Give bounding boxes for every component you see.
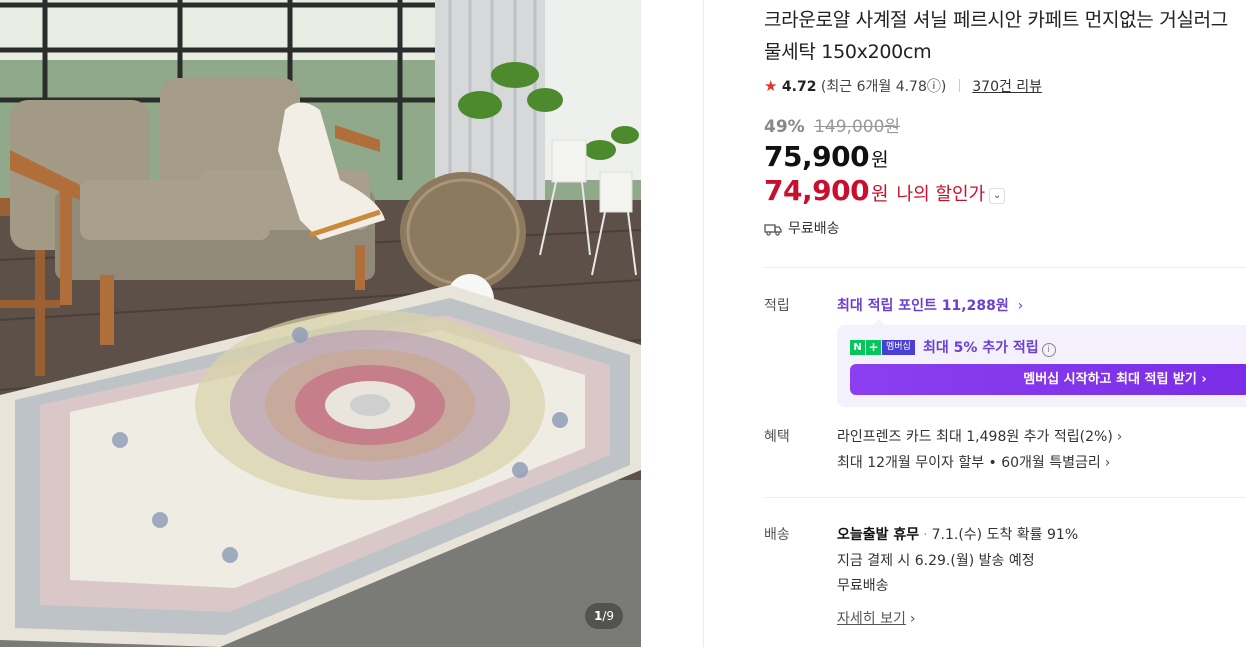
divider — [764, 267, 1246, 268]
review-count-link[interactable]: 370건 리뷰 — [972, 79, 1042, 95]
rating-separator — [958, 79, 960, 92]
delivery-free: 무료배송 — [837, 578, 889, 594]
today-shipping-status: 오늘출발 휴무 — [837, 527, 920, 543]
sale-price-number: 75,900 — [764, 140, 870, 173]
delivery-label: 배송 — [764, 527, 790, 543]
star-icon: ★ — [764, 77, 778, 95]
image-counter: 1/9 — [585, 603, 623, 629]
divider — [764, 497, 1246, 498]
product-image-gallery[interactable]: 1/9 — [0, 0, 641, 647]
chevron-right-icon: › — [1017, 298, 1024, 314]
membership-extra-text: 최대 5% 추가 적립 — [923, 340, 1039, 356]
arrival-probability: 7.1.(수) 도착 확률 91% — [931, 527, 1079, 543]
sale-price-currency: 원 — [871, 149, 889, 171]
naver-n-icon: N — [850, 340, 865, 355]
info-icon[interactable]: i — [1041, 343, 1056, 357]
sale-price: 75,900 원 — [764, 140, 889, 173]
product-info-panel: 크라운로얄 사계절 셔닐 페르시안 카페트 먼지없는 거실러그 물세탁 150x… — [764, 0, 1246, 647]
delivery-detail-text: 자세히 보기 — [837, 611, 906, 627]
max-points-amount: 11,288원 — [941, 298, 1009, 314]
membership-badge-label: 멤버십 — [882, 340, 915, 355]
rating-recent: (최근 6개월 4.78ⓘ) — [820, 79, 947, 95]
plus-icon: + — [866, 340, 881, 355]
start-membership-label: 멤버십 시작하고 최대 적립 받기 › — [1023, 372, 1207, 387]
delivery-today: 오늘출발 휴무 · 7.1.(수) 도착 확률 91% — [837, 524, 1078, 544]
installment-benefit-link[interactable]: 최대 12개월 무이자 할부 • 60개월 특별금리 › — [837, 452, 1110, 472]
product-title: 크라운로얄 사계절 셔닐 페르시안 카페트 먼지없는 거실러그 물세탁 150x… — [764, 9, 1228, 63]
shipping-info: 무료배송 — [764, 218, 840, 240]
benefits-label: 혜택 — [764, 429, 790, 445]
my-price-label: 나의 할인가 — [896, 184, 986, 205]
my-discount-price[interactable]: 74,900 원 나의 할인가 ⌄ — [764, 174, 1006, 207]
chevron-right-icon: › — [1104, 455, 1111, 471]
dot-separator: · — [923, 527, 928, 543]
truck-icon — [764, 222, 782, 240]
chevron-right-icon: › — [1116, 429, 1123, 445]
card-benefit-text: 라인프렌즈 카드 최대 1,498원 추가 적립(2%) — [837, 429, 1113, 445]
my-price-currency: 원 — [871, 183, 889, 205]
product-photo[interactable] — [0, 0, 641, 647]
start-membership-button[interactable]: 멤버십 시작하고 최대 적립 받기 › — [850, 364, 1246, 395]
chevron-right-icon: › — [909, 611, 916, 627]
naver-plus-membership-badge: N + 멤버십 — [850, 340, 915, 355]
installment-benefit-text: 최대 12개월 무이자 할부 • 60개월 특별금리 — [837, 455, 1101, 471]
delivery-detail-link[interactable]: 자세히 보기 › — [837, 608, 915, 628]
chevron-down-icon[interactable]: ⌄ — [989, 188, 1006, 204]
rating-row: ★ 4.72 (최근 6개월 4.78ⓘ) 370건 리뷰 — [764, 76, 1042, 96]
max-points-link[interactable]: 최대 적립 포인트 11,288원 › — [837, 295, 1023, 315]
image-counter-total: 9 — [606, 609, 615, 623]
payment-dispatch: 지금 결제 시 6.29.(월) 발송 예정 — [837, 553, 1035, 569]
membership-promo: N + 멤버십 최대 5% 추가 적립 i 멤버십 시작하고 최대 적립 받기 › — [837, 325, 1246, 407]
shipping-free-text: 무료배송 — [788, 221, 840, 237]
original-price: 149,000원 — [814, 117, 901, 137]
discount-row: 49% 149,000원 — [764, 112, 900, 137]
discount-percent: 49% — [764, 117, 805, 137]
membership-extra-points: 최대 5% 추가 적립 i — [923, 337, 1056, 357]
panel-divider — [703, 0, 704, 647]
rating-score: 4.72 — [781, 79, 817, 95]
points-label: 적립 — [764, 298, 790, 314]
max-points-text: 최대 적립 포인트 — [837, 298, 937, 314]
card-benefit-link[interactable]: 라인프렌즈 카드 최대 1,498원 추가 적립(2%) › — [837, 426, 1122, 446]
my-price-number: 74,900 — [764, 174, 870, 207]
